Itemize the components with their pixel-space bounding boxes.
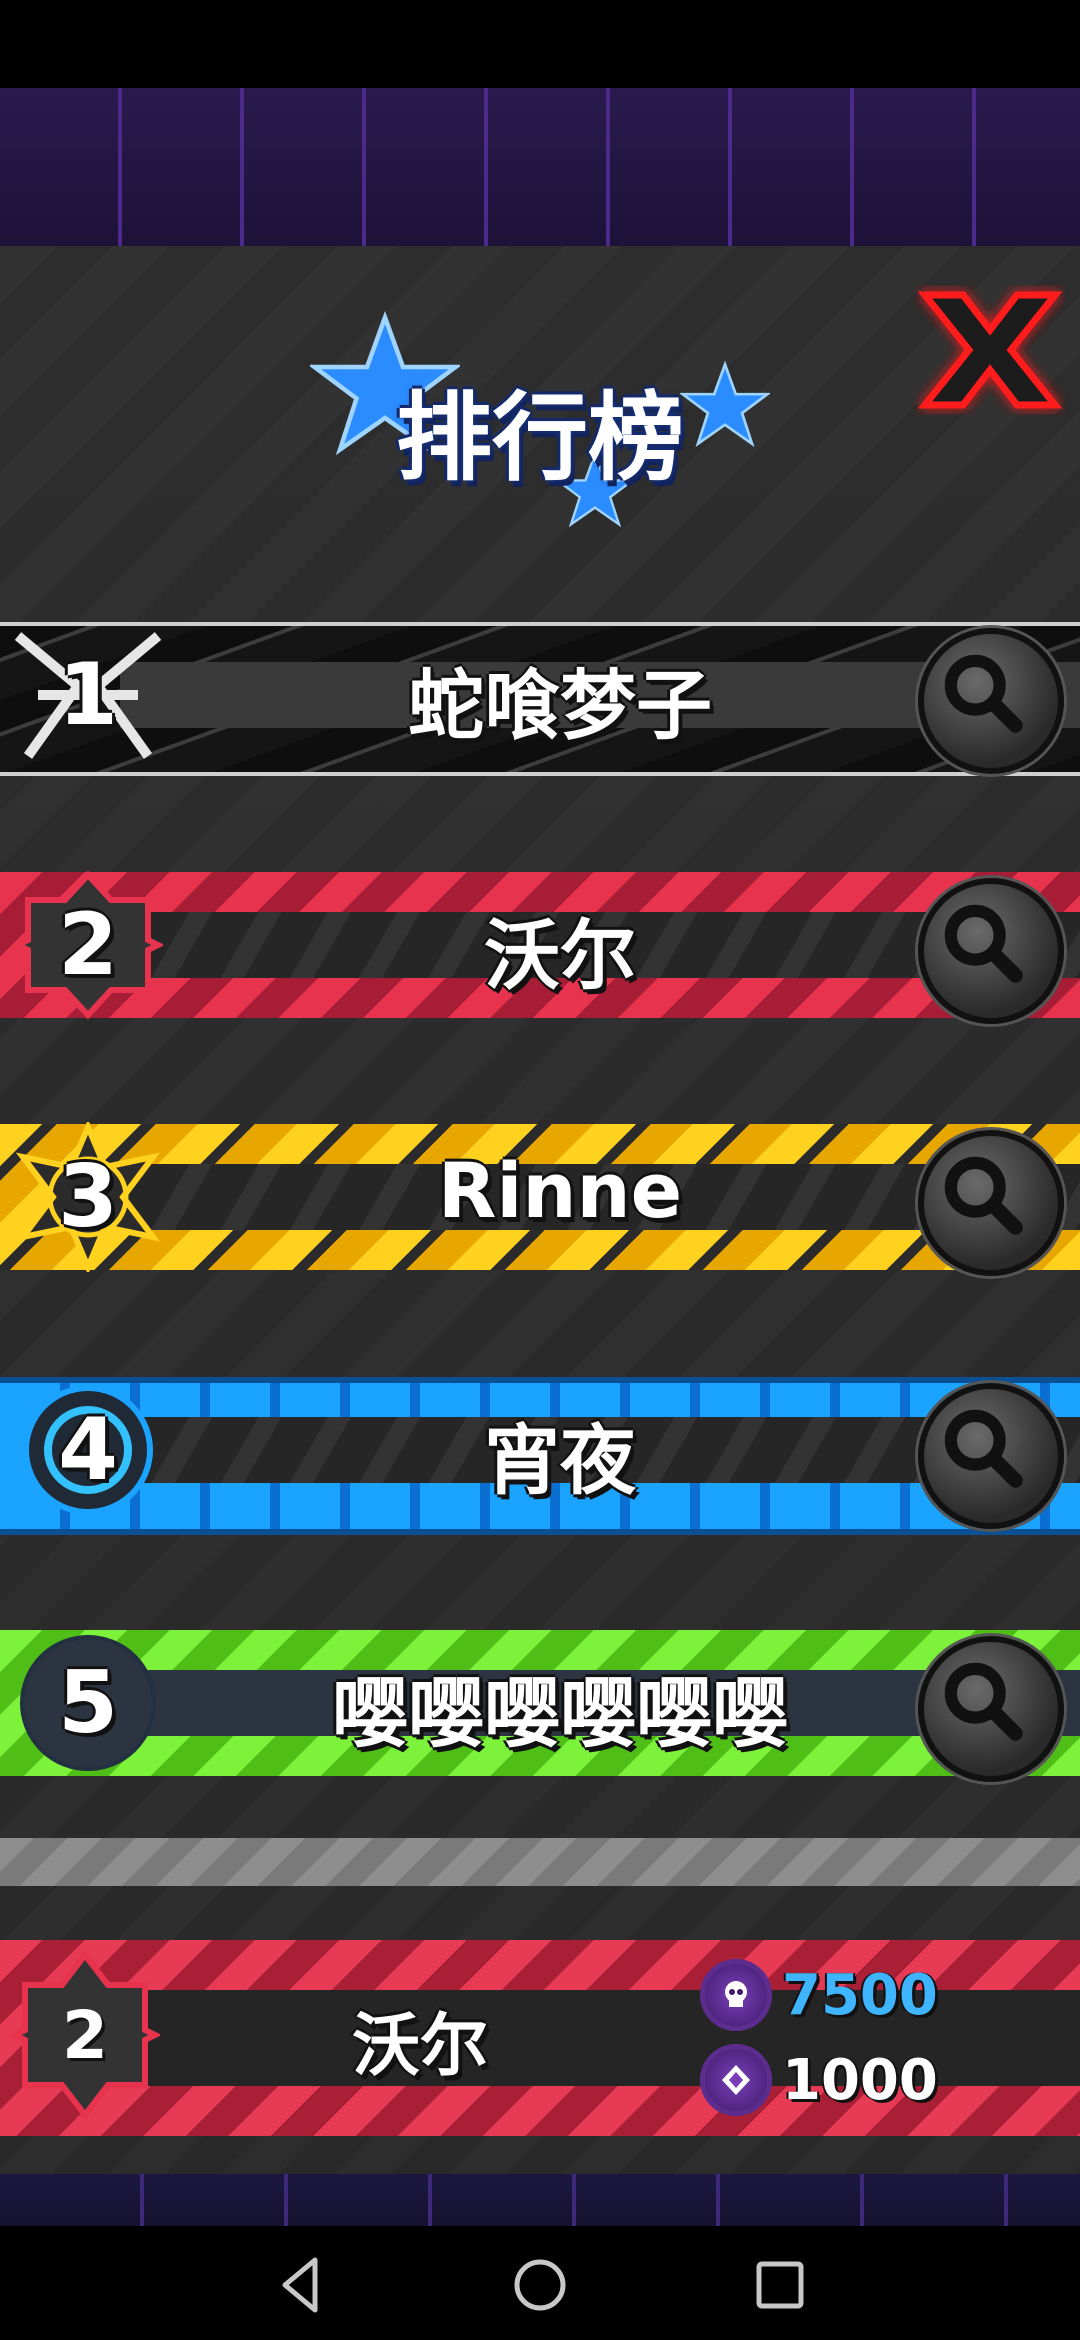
search-button[interactable] [918,628,1064,774]
rank-badge: 3 [8,1118,168,1276]
skull-coin-icon [700,1959,772,2031]
status-bar [0,0,1080,88]
score-value: 7500 [782,1962,938,2028]
leaderboard-row[interactable]: 4 宵夜 [0,1365,1080,1535]
player-name: 嘤嘤嘤嘤嘤嘤 [332,1669,788,1758]
divider [0,1838,1080,1886]
player-name: 宵夜 [484,1416,636,1505]
player-name: 沃尔 [484,911,636,1000]
score-stat: 7500 [700,1959,938,2031]
nav-recents-icon[interactable] [745,2250,815,2320]
search-button[interactable] [918,878,1064,1024]
nav-back-icon[interactable] [265,2250,335,2320]
background-top [0,88,1080,246]
player-name: Rinne [437,1146,683,1235]
search-icon [944,904,1023,983]
search-icon [944,1662,1023,1741]
page-title: 排行榜 [396,382,684,494]
rank-badge: 5 [8,1624,168,1782]
secondary-stat: 1000 [700,2044,938,2116]
rank-number: 2 [62,1996,108,2074]
gem-coin-icon [700,2044,772,2116]
my-rank-row: 2 沃尔 7500 1000 [0,1920,1080,2150]
leaderboard-row[interactable]: 3 Rinne [0,1112,1080,1282]
rank-badge: 2 [10,1950,160,2120]
search-icon [944,1156,1023,1235]
rank-badge: 4 [8,1371,168,1529]
leaderboard-row[interactable]: 1 蛇喰梦子 [0,610,1080,780]
search-icon [944,1409,1023,1488]
search-icon [944,654,1023,733]
secondary-value: 1000 [782,2047,938,2113]
leaderboard-row[interactable]: 2 沃尔 [0,860,1080,1030]
leaderboard-row[interactable]: 5 嘤嘤嘤嘤嘤嘤 [0,1618,1080,1788]
search-button[interactable] [918,1636,1064,1782]
rank-number: 5 [58,1653,118,1753]
nav-home-icon[interactable] [505,2250,575,2320]
search-button[interactable] [918,1383,1064,1529]
rank-badge: 2 [8,866,168,1024]
rank-number: 3 [58,1147,118,1247]
rank-number: 2 [58,895,118,995]
rank-badge: 1 [8,616,168,774]
player-name: 蛇喰梦子 [408,661,712,750]
close-icon[interactable] [915,285,1065,415]
background-bottom [0,2174,1080,2226]
player-name: 沃尔 [351,2007,488,2086]
rank-number: 1 [58,645,118,745]
rank-number: 4 [58,1400,118,1500]
title-banner: 排行榜 [300,300,780,540]
search-button[interactable] [918,1130,1064,1276]
